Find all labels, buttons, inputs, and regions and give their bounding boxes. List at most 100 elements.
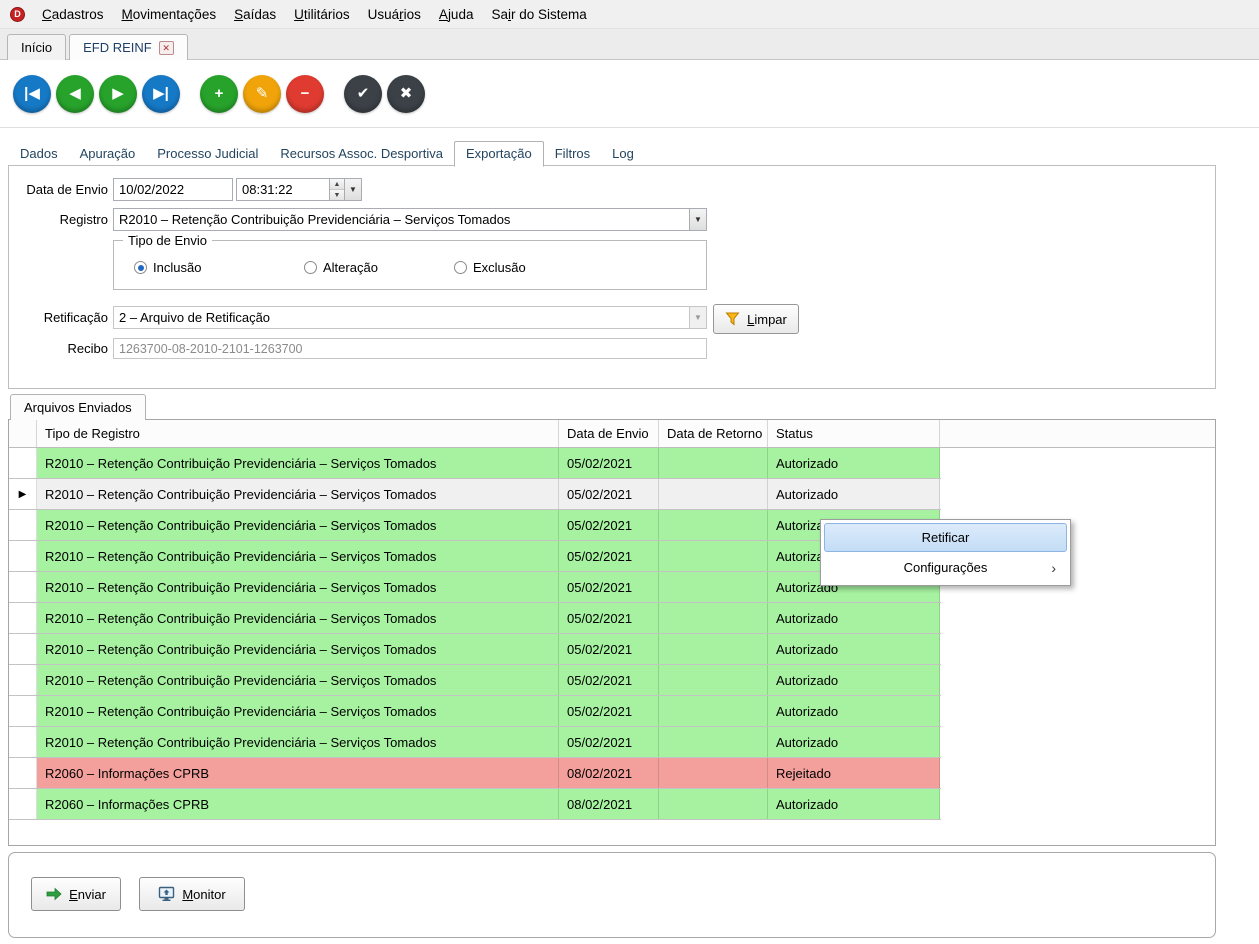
cell-data-retorno [659, 448, 768, 478]
cell-data-retorno [659, 510, 768, 540]
spin-up-icon[interactable]: ▲ [330, 179, 344, 189]
delete-button[interactable]: − [286, 75, 324, 113]
radio-inclusao[interactable]: Inclusão [134, 260, 201, 275]
retificacao-select[interactable]: 2 – Arquivo de Retificação ▼ [113, 306, 707, 329]
app-logo-icon: D [10, 7, 25, 22]
enviar-label: Enviar [69, 887, 106, 902]
files-grid: Tipo de Registro Data de Envio Data de R… [8, 419, 1216, 846]
context-menu-item-configuracoes[interactable]: Configurações› [824, 553, 1067, 582]
row-marker-header [9, 420, 37, 447]
label-part: aídas [243, 7, 276, 22]
menu-ajuda[interactable]: Ajuda [430, 0, 483, 28]
menu-movimentacoes[interactable]: Movimentações [113, 0, 226, 28]
table-row[interactable]: R2010 – Retenção Contribuição Previdenci… [9, 727, 941, 758]
limpar-button[interactable]: Limpar [713, 304, 799, 334]
radio-exclusao[interactable]: Exclusão [454, 260, 526, 275]
x-icon: ✖ [400, 86, 413, 101]
menu-bar: D Cadastros Movimentações Saídas Utilitá… [0, 0, 1259, 29]
nav-next-icon: ▶ [112, 86, 124, 101]
tab-log[interactable]: Log [601, 142, 645, 166]
cancel-button[interactable]: ✖ [387, 75, 425, 113]
cell-data-envio: 05/02/2021 [559, 479, 659, 509]
nav-first-button[interactable]: |◀ [13, 75, 51, 113]
context-menu-item-retificar[interactable]: Retificar [824, 523, 1067, 552]
tab-recursos-assoc-desportiva[interactable]: Recursos Assoc. Desportiva [269, 142, 454, 166]
cell-tipo: R2060 – Informações CPRB [37, 789, 559, 819]
section-tab-bar: Dados Apuração Processo Judicial Recurso… [9, 141, 645, 166]
cell-status: Autorizado [768, 634, 940, 664]
close-tab-icon[interactable]: ✕ [159, 41, 174, 55]
table-row[interactable]: R2060 – Informações CPRB08/02/2021Rejeit… [9, 758, 941, 789]
registro-select[interactable]: R2010 – Retenção Contribuição Previdenci… [113, 208, 707, 231]
menu-cadastros[interactable]: Cadastros [33, 0, 113, 28]
submenu-arrow-icon: › [1051, 560, 1056, 576]
tab-arquivos-enviados[interactable]: Arquivos Enviados [10, 394, 146, 420]
row-marker [9, 665, 37, 695]
time-dropdown-icon[interactable]: ▼ [344, 179, 361, 200]
monitor-icon [158, 886, 175, 902]
table-row[interactable]: R2010 – Retenção Contribuição Previdenci… [9, 665, 941, 696]
menu-usuarios[interactable]: Usuários [359, 0, 430, 28]
table-row[interactable]: R2010 – Retenção Contribuição Previdenci… [9, 634, 941, 665]
cell-data-retorno [659, 634, 768, 664]
nav-prior-button[interactable]: ◀ [56, 75, 94, 113]
spin-down-icon[interactable]: ▼ [330, 189, 344, 200]
registro-value: R2010 – Retenção Contribuição Previdenci… [119, 212, 510, 227]
tab-exportacao[interactable]: Exportação [454, 141, 544, 167]
confirm-button[interactable]: ✔ [344, 75, 382, 113]
column-header-data-retorno[interactable]: Data de Retorno [659, 420, 768, 447]
table-row[interactable]: R2010 – Retenção Contribuição Previdenci… [9, 603, 941, 634]
enviar-button[interactable]: Enviar [31, 877, 121, 911]
tipo-envio-title: Tipo de Envio [123, 233, 212, 248]
hora-envio-input[interactable]: 08:31:22 ▲ ▼ ▼ [236, 178, 362, 201]
cell-data-retorno [659, 727, 768, 757]
table-row[interactable]: R2010 – Retenção Contribuição Previdenci… [9, 510, 941, 541]
cell-data-retorno [659, 696, 768, 726]
row-marker [9, 634, 37, 664]
recibo-input[interactable]: 1263700-08-2010-2101-1263700 [113, 338, 707, 359]
context-menu: Retificar Configurações› [820, 519, 1071, 586]
edit-button[interactable]: ✎ [243, 75, 281, 113]
insert-button[interactable]: + [200, 75, 238, 113]
cell-tipo: R2010 – Retenção Contribuição Previdenci… [37, 727, 559, 757]
menu-sair-do-sistema[interactable]: Sair do Sistema [482, 0, 595, 28]
tab-dados[interactable]: Dados [9, 142, 69, 166]
dropdown-icon[interactable]: ▼ [689, 209, 706, 230]
tab-processo-judicial[interactable]: Processo Judicial [146, 142, 269, 166]
menu-utilitarios[interactable]: Utilitários [285, 0, 359, 28]
table-row[interactable]: R2010 – Retenção Contribuição Previdenci… [9, 696, 941, 727]
cell-tipo: R2010 – Retenção Contribuição Previdenci… [37, 510, 559, 540]
cell-tipo: R2060 – Informações CPRB [37, 758, 559, 788]
row-marker [9, 448, 37, 478]
data-envio-label: Data de Envio [9, 182, 108, 197]
nav-next-button[interactable]: ▶ [99, 75, 137, 113]
funnel-icon [725, 311, 741, 327]
column-header-status[interactable]: Status [768, 420, 940, 447]
radio-alteracao[interactable]: Alteração [304, 260, 378, 275]
time-spinner[interactable]: ▲ ▼ [329, 179, 344, 200]
column-header-data-envio[interactable]: Data de Envio [559, 420, 659, 447]
row-marker [9, 696, 37, 726]
dropdown-icon: ▼ [689, 307, 706, 328]
row-marker [9, 510, 37, 540]
cell-tipo: R2010 – Retenção Contribuição Previdenci… [37, 541, 559, 571]
nav-last-button[interactable]: ▶| [142, 75, 180, 113]
send-arrow-icon [46, 887, 62, 901]
tab-inicio[interactable]: Início [7, 34, 66, 60]
table-row[interactable]: R2060 – Informações CPRB08/02/2021Autori… [9, 789, 941, 820]
monitor-button[interactable]: Monitor [139, 877, 245, 911]
table-row-selected[interactable]: ▶R2010 – Retenção Contribuição Previdenc… [9, 479, 941, 510]
data-envio-input[interactable]: 10/02/2022 [113, 178, 233, 201]
limpar-label: Limpar [747, 312, 787, 327]
table-row[interactable]: R2010 – Retenção Contribuição Previdenci… [9, 541, 941, 572]
table-row[interactable]: R2010 – Retenção Contribuição Previdenci… [9, 448, 941, 479]
row-marker [9, 758, 37, 788]
menu-saidas[interactable]: Saídas [225, 0, 285, 28]
minus-icon: − [301, 86, 310, 101]
cell-tipo: R2010 – Retenção Contribuição Previdenci… [37, 696, 559, 726]
column-header-tipo-registro[interactable]: Tipo de Registro [37, 420, 559, 447]
tab-filtros[interactable]: Filtros [544, 142, 601, 166]
tab-efd-reinf[interactable]: EFD REINF✕ [69, 34, 188, 60]
tab-apuracao[interactable]: Apuração [69, 142, 147, 166]
table-row[interactable]: R2010 – Retenção Contribuição Previdenci… [9, 572, 941, 603]
